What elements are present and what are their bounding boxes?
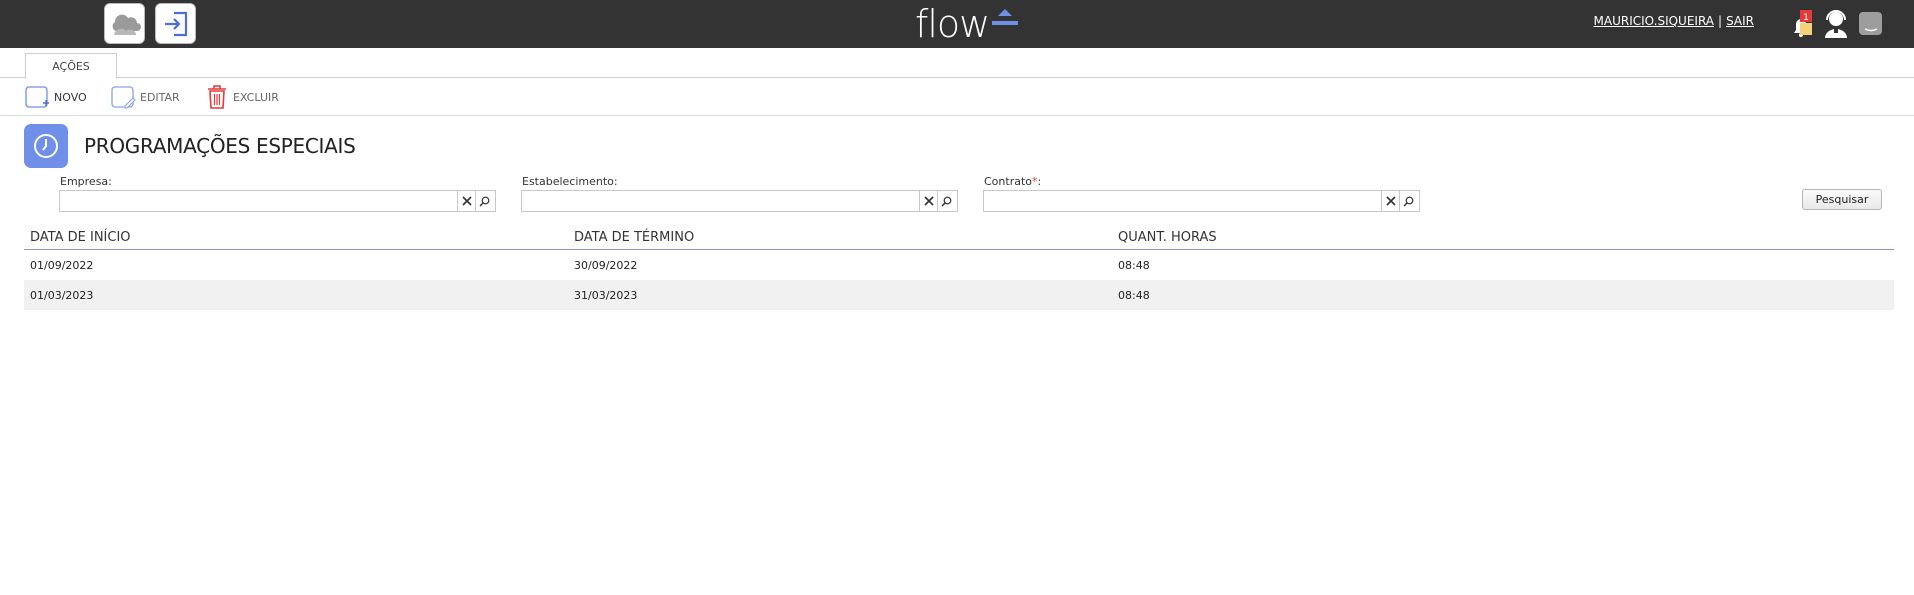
search-button[interactable]: Pesquisar <box>1802 189 1882 210</box>
user-separator: | <box>1718 14 1723 28</box>
results-table: DATA DE INÍCIO DATA DE TÉRMINO QUANT. HO… <box>24 225 1894 310</box>
tab-bar: AÇÕES <box>0 48 1914 79</box>
bell-icon: 1 <box>1794 10 1812 37</box>
new-button[interactable]: NOVO <box>24 84 87 110</box>
cloud-app-button[interactable] <box>104 3 145 44</box>
new-icon <box>25 86 49 108</box>
edit-icon <box>111 86 136 109</box>
empresa-label: Empresa: <box>60 175 112 188</box>
table-row[interactable]: 01/03/2023 31/03/2023 08:48 <box>24 280 1894 310</box>
cell-end-date: 30/09/2022 <box>574 259 638 272</box>
page-title: PROGRAMAÇÕES ESPECIAIS <box>84 134 356 158</box>
empresa-input[interactable] <box>60 192 457 213</box>
logo-text: flow <box>915 2 990 46</box>
cell-start-date: 01/09/2022 <box>30 259 94 272</box>
username-link[interactable]: MAURICIO.SIQUEIRA <box>1594 14 1714 28</box>
table-header: DATA DE INÍCIO DATA DE TÉRMINO QUANT. HO… <box>24 225 1894 250</box>
delete-label: EXCLUIR <box>233 90 279 104</box>
column-header-end-date[interactable]: DATA DE TÉRMINO <box>574 230 694 245</box>
notifications-button[interactable]: 1 <box>1789 9 1819 43</box>
table-row[interactable]: 01/09/2022 30/09/2022 08:48 <box>24 250 1894 280</box>
estabelecimento-field <box>521 190 958 213</box>
empresa-search-button[interactable] <box>475 191 493 211</box>
column-header-hours[interactable]: QUANT. HORAS <box>1118 230 1217 245</box>
estabelecimento-clear-button[interactable] <box>919 191 937 211</box>
logo-chevron-icon <box>992 9 1019 25</box>
search-icon <box>941 196 952 206</box>
clear-icon <box>923 196 934 206</box>
search-icon <box>1403 196 1414 206</box>
clear-icon <box>1385 196 1396 206</box>
delete-button[interactable]: EXCLUIR <box>205 84 279 110</box>
user-area: MAURICIO.SIQUEIRA | SAIR <box>1594 14 1754 28</box>
contrato-search-button[interactable] <box>1399 191 1417 211</box>
contrato-label-text: Contrato <box>984 175 1033 188</box>
estabelecimento-search-button[interactable] <box>937 191 955 211</box>
contrato-input[interactable] <box>984 192 1381 213</box>
support-button[interactable] <box>1822 9 1850 43</box>
clock-icon <box>34 134 58 158</box>
empresa-clear-button[interactable] <box>457 191 475 211</box>
edit-label: EDITAR <box>140 90 180 104</box>
contrato-label-suffix: : <box>1037 175 1042 188</box>
contrato-field <box>983 190 1420 213</box>
page-icon <box>24 124 68 168</box>
contrato-label: Contrato*: <box>984 175 1041 188</box>
action-toolbar: NOVO EDITAR EXCLUIR <box>0 78 1914 116</box>
flow-logo: flow <box>915 2 1019 46</box>
exit-app-icon <box>164 11 187 36</box>
logout-link[interactable]: SAIR <box>1726 14 1754 28</box>
chat-icon <box>1859 12 1882 35</box>
clear-icon <box>461 196 472 206</box>
estabelecimento-input[interactable] <box>522 192 919 213</box>
notification-count: 1 <box>1803 13 1809 23</box>
trash-icon <box>208 85 226 109</box>
new-label: NOVO <box>54 90 87 104</box>
tab-acoes[interactable]: AÇÕES <box>25 53 117 79</box>
contrato-clear-button[interactable] <box>1381 191 1399 211</box>
empresa-field <box>59 190 496 213</box>
cell-end-date: 31/03/2023 <box>574 289 638 302</box>
exit-app-button[interactable] <box>155 3 196 44</box>
column-header-start-date[interactable]: DATA DE INÍCIO <box>30 230 131 245</box>
cell-hours: 08:48 <box>1118 259 1150 272</box>
edit-button[interactable]: EDITAR <box>110 84 180 110</box>
estabelecimento-label: Estabelecimento: <box>522 175 618 188</box>
cell-start-date: 01/03/2023 <box>30 289 94 302</box>
support-agent-icon <box>1825 10 1847 38</box>
chat-button[interactable] <box>1857 9 1885 43</box>
top-bar: flow MAURICIO.SIQUEIRA | SAIR 1 <box>0 0 1914 48</box>
search-icon <box>479 196 490 206</box>
cell-hours: 08:48 <box>1118 289 1150 302</box>
cloud-app-icon <box>112 14 141 35</box>
